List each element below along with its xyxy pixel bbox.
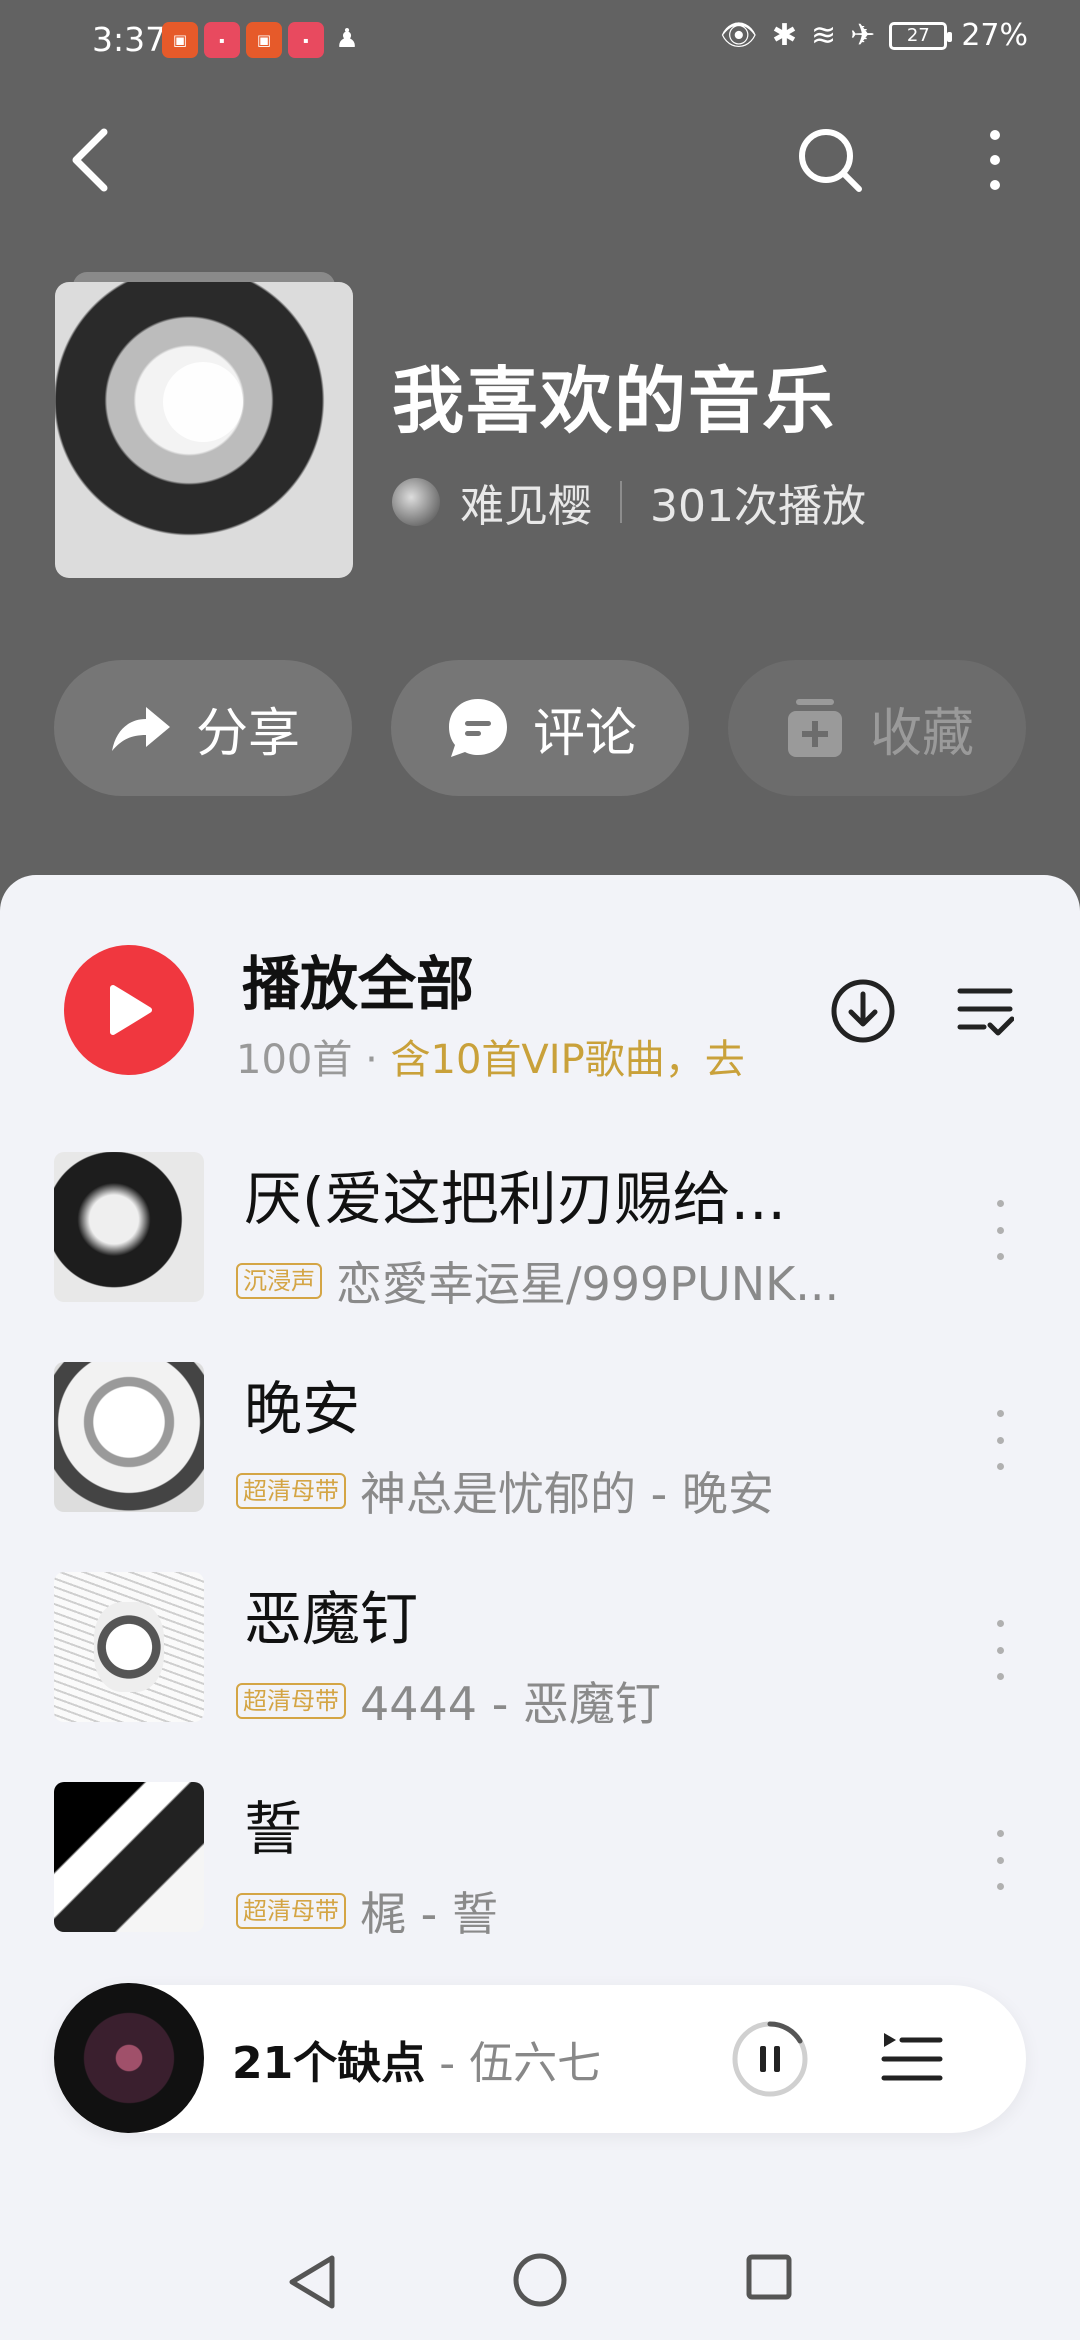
status-indicators: 👁 ✱ ≋ ✈ 27 27% — [720, 18, 1028, 53]
song-subtitle: 超清母带 神总是忧郁的 - 晚安 — [236, 1458, 774, 1524]
favorite-button[interactable]: 收藏 — [728, 660, 1026, 796]
play-count: 301次播放 — [650, 481, 866, 532]
status-time: 3:37 — [92, 20, 167, 59]
playlist-cover[interactable] — [55, 272, 353, 578]
song-subtitle: 超清母带 4444 - 恶魔钉 — [236, 1668, 661, 1734]
song-count: 100首 — [236, 1037, 353, 1083]
song-artist: 梶 - 誓 — [360, 1887, 498, 1941]
huawei-app-icon: ▪ — [204, 22, 240, 58]
nav-home-icon[interactable] — [512, 2252, 568, 2308]
playlist-title: 我喜欢的音乐 — [392, 359, 837, 443]
battery-icon: 27 — [889, 21, 953, 50]
system-navigation-bar — [0, 2220, 1080, 2340]
back-icon[interactable] — [60, 120, 120, 200]
song-subtitle: 超清母带 梶 - 誓 — [236, 1878, 498, 1944]
add-to-collection-icon — [787, 699, 842, 757]
song-row[interactable]: 恶魔钉 超清母带 4444 - 恶魔钉 — [0, 1550, 1080, 1740]
more-vertical-icon[interactable] — [985, 1200, 1015, 1260]
owner-avatar[interactable] — [392, 478, 440, 526]
song-title: 厌(爱这把利刃赐给... — [244, 1165, 786, 1233]
battery-level: 27 — [906, 25, 930, 46]
nav-recents-icon[interactable] — [746, 2254, 792, 2300]
play-all-title[interactable]: 播放全部 — [242, 937, 474, 1021]
quality-tag: 超清母带 — [236, 1893, 346, 1929]
comment-icon — [448, 699, 507, 757]
subtitle-separator: · — [365, 1037, 378, 1083]
song-row[interactable]: 晚安 超清母带 神总是忧郁的 - 晚安 — [0, 1340, 1080, 1530]
playlist-meta: 难见樱 301次播放 — [392, 470, 866, 534]
song-artist: 4444 - 恶魔钉 — [360, 1677, 661, 1731]
comment-label: 评论 — [532, 703, 637, 764]
eye-icon: 👁 — [719, 18, 758, 53]
airplane-icon: ✈ — [850, 18, 876, 53]
song-cover — [54, 1362, 204, 1512]
multi-select-icon[interactable] — [956, 983, 1014, 1039]
bluetooth-icon: ✱ — [771, 18, 798, 53]
search-icon[interactable] — [795, 125, 865, 195]
download-icon[interactable] — [830, 978, 896, 1044]
play-icon — [110, 985, 152, 1035]
kuaishou-icon: ▣ — [162, 22, 198, 58]
song-cover — [54, 1152, 204, 1302]
song-artist: 恋愛幸运星/999PUNK... — [336, 1257, 840, 1311]
share-label: 分享 — [195, 703, 300, 764]
song-artist: 神总是忧郁的 - 晚安 — [360, 1467, 774, 1521]
now-playing-disc[interactable] — [54, 1983, 204, 2133]
nav-back-icon[interactable] — [282, 2252, 342, 2312]
song-row[interactable]: 厌(爱这把利刃赐给... 沉浸声 恋愛幸运星/999PUNK... — [0, 1130, 1080, 1320]
meta-divider — [620, 481, 622, 523]
now-playing-title: 21个缺点 — [232, 2038, 426, 2089]
more-vertical-icon[interactable] — [985, 1830, 1015, 1890]
song-subtitle: 沉浸声 恋愛幸运星/999PUNK... — [236, 1248, 839, 1314]
pause-button[interactable] — [730, 2019, 810, 2099]
play-all-button[interactable] — [64, 945, 194, 1075]
more-vertical-icon[interactable] — [985, 1410, 1015, 1470]
comment-button[interactable]: 评论 — [391, 660, 689, 796]
battery-percent: 27% — [961, 18, 1028, 53]
play-all-subtitle: 100首 · 含10首VIP歌曲，去 — [236, 1027, 786, 1085]
favorite-label: 收藏 — [869, 703, 974, 764]
huawei-app-icon: ▪ — [288, 22, 324, 58]
share-button[interactable]: 分享 — [54, 660, 352, 796]
quality-tag: 超清母带 — [236, 1473, 346, 1509]
more-vertical-icon[interactable] — [985, 1620, 1015, 1680]
qq-icon: ♟ — [335, 24, 359, 54]
owner-name[interactable]: 难见樱 — [460, 470, 592, 534]
song-cover — [54, 1782, 204, 1932]
song-row[interactable]: 誓 超清母带 梶 - 誓 — [0, 1760, 1080, 1950]
status-bar: 3:37 ▣ ▪ ▣ ▪ ♟ 👁 ✱ ≋ ✈ 27 27% — [0, 0, 1080, 86]
now-playing-artist: - 伍六七 — [425, 2038, 602, 2089]
quality-tag: 沉浸声 — [236, 1263, 322, 1299]
now-playing-text[interactable]: 21个缺点 - 伍六七 — [232, 2027, 601, 2091]
action-row: 分享 评论 收藏 — [54, 660, 1026, 796]
kuaishou-icon: ▣ — [246, 22, 282, 58]
song-cover — [54, 1572, 204, 1722]
heart-icon — [163, 362, 243, 442]
more-vertical-icon[interactable] — [970, 125, 1020, 195]
playlist-queue-icon[interactable] — [880, 2027, 944, 2091]
notification-icons: ▣ ▪ ▣ ▪ ♟ — [162, 22, 364, 58]
cover-image — [55, 282, 353, 578]
song-title: 晚安 — [244, 1375, 361, 1443]
vip-note[interactable]: 含10首VIP歌曲，去 — [391, 1037, 745, 1083]
quality-tag: 超清母带 — [236, 1683, 346, 1719]
song-title: 恶魔钉 — [244, 1585, 419, 1653]
share-icon — [111, 707, 170, 751]
wifi-icon: ≋ — [811, 18, 837, 53]
mini-player[interactable]: 21个缺点 - 伍六七 — [54, 1983, 1026, 2133]
song-title: 誓 — [244, 1795, 303, 1863]
